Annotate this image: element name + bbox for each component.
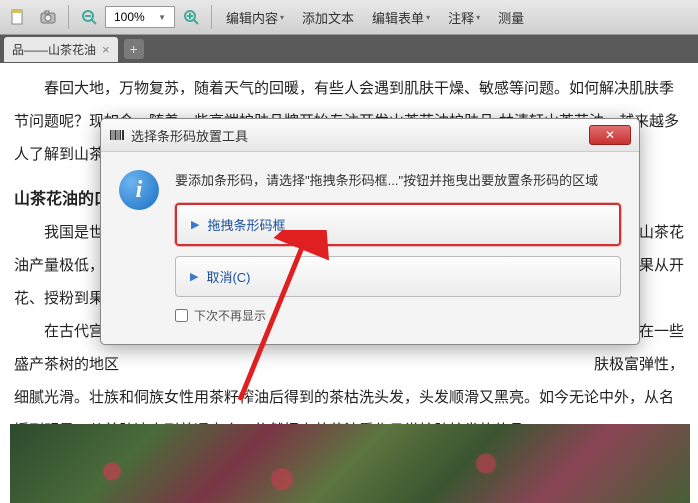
dialog-titlebar: 选择条形码放置工具 ✕: [101, 119, 639, 152]
dont-show-checkbox[interactable]: 下次不再显示: [175, 307, 621, 324]
arrow-icon: ▶: [190, 270, 198, 283]
arrow-icon: ▶: [191, 218, 199, 231]
dialog-close-button[interactable]: ✕: [589, 125, 631, 145]
barcode-icon: [109, 127, 125, 143]
checkbox-label: 下次不再显示: [194, 307, 266, 324]
dialog-message: 要添加条形码，请选择"拖拽条形码框..."按钮并拖曳出要放置条形码的区域: [175, 170, 621, 189]
close-icon: ✕: [605, 128, 615, 142]
button-label: 取消(C): [206, 267, 250, 286]
info-icon: i: [119, 170, 159, 210]
barcode-dialog: 选择条形码放置工具 ✕ i 要添加条形码，请选择"拖拽条形码框..."按钮并拖曳…: [100, 118, 640, 345]
dialog-title: 选择条形码放置工具: [131, 126, 248, 145]
button-label: 拖拽条形码框: [207, 215, 285, 234]
checkbox-input[interactable]: [175, 309, 188, 322]
dialog-overlay: 选择条形码放置工具 ✕ i 要添加条形码，请选择"拖拽条形码框..."按钮并拖曳…: [0, 0, 698, 503]
dialog-body: i 要添加条形码，请选择"拖拽条形码框..."按钮并拖曳出要放置条形码的区域 ▶…: [101, 152, 639, 344]
drag-barcode-button[interactable]: ▶ 拖拽条形码框: [175, 203, 621, 246]
cancel-button[interactable]: ▶ 取消(C): [175, 256, 621, 297]
